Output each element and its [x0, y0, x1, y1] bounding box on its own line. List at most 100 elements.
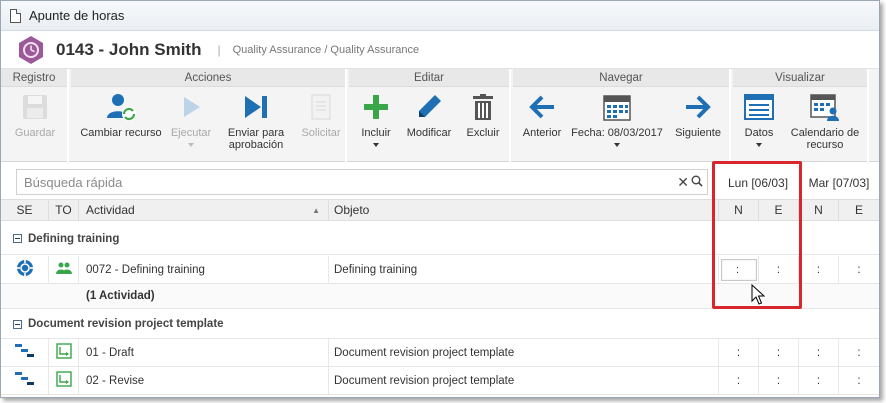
- group-editar: Editar Incluir Modificar Excluir: [349, 69, 511, 163]
- data-view-button[interactable]: Datos: [737, 91, 781, 147]
- execute-button[interactable]: Ejecutar: [169, 91, 213, 147]
- col-tue-e[interactable]: E: [839, 200, 879, 221]
- group-title: Acciones: [71, 69, 345, 87]
- time-cell[interactable]: :: [799, 256, 839, 283]
- to-cell: [49, 256, 79, 283]
- se-cell: [1, 339, 49, 366]
- table-row[interactable]: 01 - Draft Document revision project tem…: [1, 339, 879, 367]
- task-icon: [55, 371, 72, 390]
- col-se[interactable]: SE: [1, 200, 49, 221]
- timesheet-window: Apunte de horas 0143 - John Smith | Qual…: [0, 0, 880, 398]
- time-cell[interactable]: :: [759, 339, 799, 366]
- time-cell[interactable]: :: [719, 339, 759, 366]
- group-title: Navegar: [513, 69, 729, 87]
- activity-status-icon: [15, 259, 34, 280]
- table-row[interactable]: 02 - Revise Document revision project te…: [1, 367, 879, 395]
- to-cell: [49, 339, 79, 366]
- data-view-icon: [742, 91, 776, 123]
- collapse-icon[interactable]: [13, 234, 22, 243]
- col-object[interactable]: Objeto: [329, 200, 719, 221]
- time-cell[interactable]: :: [839, 256, 879, 283]
- mouse-cursor-icon: [751, 283, 766, 306]
- group-registro: Registro Guardar: [1, 69, 69, 163]
- send-approval-button[interactable]: Enviar para aprobación: [217, 91, 295, 151]
- activity-cell: 01 - Draft: [79, 339, 329, 366]
- title-bar: Apunte de horas: [1, 1, 879, 31]
- clear-icon[interactable]: ✕: [677, 174, 689, 191]
- object-cell: Defining training: [329, 256, 719, 283]
- time-cell[interactable]: :: [719, 367, 759, 394]
- chevron-down-icon: [614, 143, 620, 147]
- workflow-steps-icon: [14, 371, 35, 390]
- previous-button[interactable]: Anterior: [517, 91, 567, 139]
- group-title: Document revision project template: [28, 318, 224, 330]
- quick-search-input[interactable]: [17, 170, 657, 194]
- record-subtitle: Quality Assurance / Quality Assurance: [232, 44, 420, 56]
- pencil-icon: [412, 91, 446, 123]
- arrow-left-icon: [525, 91, 559, 123]
- date-picker-button[interactable]: Fecha: 08/03/2017: [569, 91, 665, 147]
- summary-cell: (1 Actividad): [86, 290, 155, 302]
- include-label: Incluir: [361, 127, 391, 139]
- object-cell: Document revision project template: [329, 339, 719, 366]
- plus-icon: [359, 91, 393, 123]
- save-label: Guardar: [14, 127, 56, 139]
- col-tue-n[interactable]: N: [799, 200, 839, 221]
- search-icon[interactable]: [691, 175, 703, 187]
- execute-label: Ejecutar: [170, 127, 212, 139]
- send-approval-label: Enviar para aprobación: [227, 127, 285, 151]
- timesheet-record-icon: [16, 35, 46, 65]
- activity-cell: 02 - Revise: [79, 367, 329, 394]
- time-cell[interactable]: :: [839, 339, 879, 366]
- col-activity-label: Actividad: [86, 203, 135, 217]
- next-button[interactable]: Siguiente: [669, 91, 727, 139]
- header-separator: |: [217, 43, 221, 57]
- record-title: 0143 - John Smith: [56, 40, 202, 59]
- request-label: Solicitar: [301, 127, 341, 139]
- workflow-steps-icon: [14, 343, 35, 362]
- time-cell[interactable]: :: [759, 367, 799, 394]
- collapse-icon[interactable]: [13, 319, 22, 329]
- request-button[interactable]: Solicitar: [297, 91, 345, 139]
- chevron-down-icon: [373, 143, 379, 147]
- time-cell[interactable]: :: [799, 367, 839, 394]
- group-navegar: Navegar Anterior Fecha: 08/03/2017 Sigui…: [513, 69, 731, 163]
- group-visualizar: Visualizar Datos Calendario de recurso: [733, 69, 869, 163]
- delete-label: Excluir: [466, 127, 500, 139]
- group-header-row[interactable]: Document revision project template: [1, 309, 879, 339]
- group-title: Defining training: [28, 232, 120, 245]
- save-icon: [18, 91, 52, 123]
- change-resource-label: Cambiar recurso: [80, 127, 162, 139]
- chevron-down-icon: [188, 143, 194, 147]
- col-activity[interactable]: Actividad ▲: [79, 200, 329, 221]
- object-cell: Document revision project template: [329, 367, 719, 394]
- group-acciones: Acciones Cambiar recurso Ejecutar Enviar…: [71, 69, 347, 163]
- time-cell[interactable]: :: [799, 339, 839, 366]
- sort-asc-icon: ▲: [312, 206, 320, 215]
- include-button[interactable]: Incluir: [353, 91, 399, 147]
- trash-icon: [466, 91, 500, 123]
- modify-button[interactable]: Modificar: [403, 91, 455, 139]
- arrow-right-icon: [681, 91, 715, 123]
- ribbon-toolbar: Registro Guardar Acciones Cambiar recurs…: [1, 68, 879, 163]
- request-icon: [304, 91, 338, 123]
- delete-button[interactable]: Excluir: [459, 91, 507, 139]
- col-to[interactable]: TO: [49, 200, 79, 221]
- play-icon: [174, 91, 208, 123]
- group-title: Visualizar: [733, 69, 867, 87]
- change-resource-button[interactable]: Cambiar recurso: [75, 91, 167, 139]
- save-button[interactable]: Guardar: [5, 91, 65, 139]
- time-cell[interactable]: :: [839, 367, 879, 394]
- activity-cell: 0072 - Defining training: [79, 256, 329, 283]
- calendar-icon: [600, 91, 634, 123]
- modify-label: Modificar: [406, 127, 452, 139]
- resource-calendar-button[interactable]: Calendario de recurso: [785, 91, 865, 151]
- record-header: 0143 - John Smith | Quality Assurance / …: [1, 32, 879, 68]
- group-title: Editar: [349, 69, 509, 87]
- quick-search: ✕: [16, 169, 708, 195]
- task-icon: [55, 343, 72, 362]
- group-title-cell: Document revision project template: [13, 309, 224, 339]
- to-cell: [49, 367, 79, 394]
- se-cell: [1, 367, 49, 394]
- previous-label: Anterior: [522, 127, 562, 139]
